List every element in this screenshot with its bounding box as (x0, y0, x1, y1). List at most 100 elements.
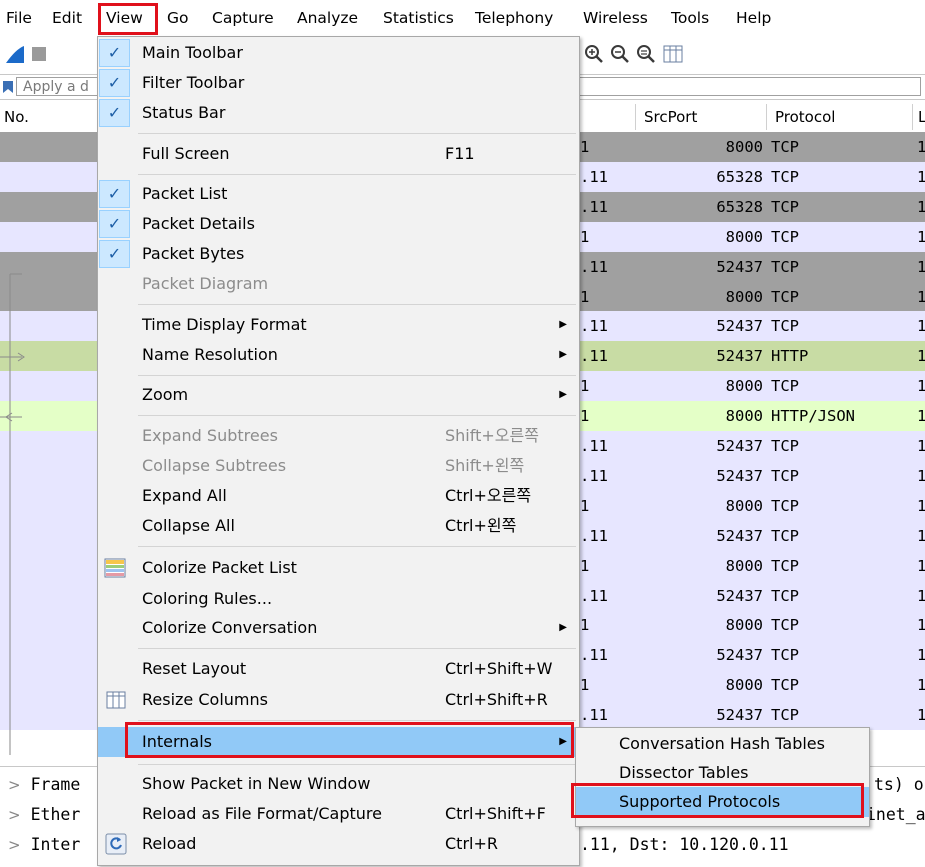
menu-item-reload[interactable]: Reload Ctrl+R (98, 829, 579, 859)
shark-fin-start-icon[interactable] (4, 43, 26, 65)
menu-item-reload-as-format[interactable]: Reload as File Format/Capture Ctrl+Shift… (98, 799, 579, 829)
menu-separator (138, 304, 576, 305)
cell-length-tail: 1 (917, 706, 925, 725)
cell-protocol: TCP (771, 646, 799, 665)
menu-analyze[interactable]: Analyze (297, 6, 358, 30)
cell-src-tail: 1 (580, 407, 590, 426)
menu-item-zoom[interactable]: Zoom ▶ (98, 380, 579, 410)
menu-item-reset-layout[interactable]: Reset Layout Ctrl+Shift+W (98, 654, 579, 684)
menu-item-label: Dissector Tables (619, 763, 749, 782)
zoom-out-icon[interactable] (610, 44, 630, 64)
menu-item-packet-diagram[interactable]: Packet Diagram (98, 269, 579, 299)
menu-item-label: Resize Columns (142, 690, 268, 709)
menu-item-packet-bytes[interactable]: ✓ Packet Bytes (98, 239, 579, 269)
detail-frame-row[interactable]: > Frame (8, 775, 80, 794)
menu-separator (138, 174, 576, 175)
menu-view[interactable]: View (106, 6, 143, 30)
cell-length-tail: 1 (917, 556, 925, 575)
expand-arrow-icon[interactable]: > (8, 836, 21, 854)
column-header-srcport[interactable]: SrcPort (644, 108, 697, 126)
column-separator[interactable] (912, 104, 913, 130)
cell-srcport: 8000 (725, 616, 763, 635)
submenu-item-supported-protocols[interactable]: Supported Protocols (576, 787, 869, 817)
menu-help[interactable]: Help (736, 6, 771, 30)
menu-item-status-bar[interactable]: ✓ Status Bar (98, 98, 579, 128)
menu-item-packet-list[interactable]: ✓ Packet List (98, 179, 579, 209)
cell-srcport: 65328 (716, 197, 763, 216)
stop-capture-icon[interactable] (30, 45, 48, 63)
menu-item-collapse-subtrees[interactable]: Collapse Subtrees Shift+왼쪽 (98, 451, 579, 481)
zoom-in-icon[interactable] (584, 44, 604, 64)
related-packet-connector-icon (0, 273, 25, 755)
menu-item-expand-subtrees[interactable]: Expand Subtrees Shift+오른쪽 (98, 421, 579, 451)
cell-protocol: TCP (771, 227, 799, 246)
menu-telephony[interactable]: Telephony (475, 6, 553, 30)
cell-srcport: 8000 (725, 556, 763, 575)
menu-item-label: Supported Protocols (619, 792, 781, 811)
cell-srcport: 52437 (716, 526, 763, 545)
menu-item-packet-details[interactable]: ✓ Packet Details (98, 209, 579, 239)
cell-src-tail: .11 (580, 526, 608, 545)
submenu-arrow-icon: ▶ (559, 736, 567, 747)
menu-item-colorize-conversation[interactable]: Colorize Conversation ▶ (98, 613, 579, 643)
column-header-length[interactable]: L (918, 108, 925, 126)
menu-separator (138, 133, 576, 134)
menu-item-name-resolution[interactable]: Name Resolution ▶ (98, 340, 579, 370)
expand-arrow-icon[interactable]: > (8, 806, 21, 824)
detail-ethernet-row[interactable]: > Ether (8, 805, 80, 824)
menu-item-coloring-rules[interactable]: Coloring Rules... (98, 584, 579, 614)
detail-ip-row[interactable]: > Inter (8, 835, 80, 854)
menu-edit[interactable]: Edit (52, 6, 82, 30)
submenu-arrow-icon: ▶ (559, 389, 567, 400)
menu-go[interactable]: Go (167, 6, 189, 30)
menu-item-expand-all[interactable]: Expand All Ctrl+오른쪽 (98, 481, 579, 511)
menu-statistics[interactable]: Statistics (383, 6, 454, 30)
cell-src-tail: 1 (580, 556, 590, 575)
menu-item-collapse-all[interactable]: Collapse All Ctrl+왼쪽 (98, 511, 579, 541)
column-header-no[interactable]: No. (4, 108, 29, 126)
detail-ip-label: Inter (30, 835, 81, 854)
menu-item-shortcut: Ctrl+R (445, 834, 498, 853)
column-header-protocol[interactable]: Protocol (775, 108, 835, 126)
menu-item-show-packet-new-window[interactable]: Show Packet in New Window (98, 769, 579, 799)
cell-srcport: 52437 (716, 586, 763, 605)
bookmark-icon[interactable] (2, 80, 14, 94)
menu-item-shortcut: F11 (445, 144, 475, 163)
cell-length-tail: 1 (917, 347, 925, 366)
cell-srcport: 65328 (716, 167, 763, 186)
menu-tools[interactable]: Tools (671, 6, 709, 30)
column-separator[interactable] (635, 104, 636, 130)
cell-length-tail: 1 (917, 616, 925, 635)
cell-srcport: 8000 (725, 227, 763, 246)
menu-item-full-screen[interactable]: Full Screen F11 (98, 139, 579, 169)
expand-arrow-icon[interactable]: > (8, 776, 21, 794)
submenu-arrow-icon: ▶ (559, 622, 567, 633)
cell-protocol: TCP (771, 167, 799, 186)
menu-item-label: Filter Toolbar (142, 73, 245, 92)
cell-srcport: 8000 (725, 676, 763, 695)
resize-columns-icon[interactable] (662, 43, 684, 65)
menu-item-colorize-packet-list[interactable]: Colorize Packet List (98, 553, 579, 583)
zoom-reset-icon[interactable] (636, 44, 656, 64)
menu-file[interactable]: File (6, 6, 32, 30)
cell-srcport: 8000 (725, 407, 763, 426)
cell-srcport: 8000 (725, 138, 763, 156)
cell-length-tail: 1 (917, 227, 925, 246)
menu-wireless[interactable]: Wireless (583, 6, 648, 30)
menu-bar: File Edit View Go Capture Analyze Statis… (0, 0, 925, 36)
menu-item-label: Show Packet in New Window (142, 774, 371, 793)
column-separator[interactable] (766, 104, 767, 130)
submenu-item-dissector-tables[interactable]: Dissector Tables (576, 758, 869, 788)
checkmark-icon: ✓ (99, 240, 130, 268)
cell-protocol: TCP (771, 287, 799, 306)
submenu-item-conversation-hash-tables[interactable]: Conversation Hash Tables (576, 729, 869, 759)
menu-item-label: Packet Diagram (142, 274, 269, 293)
menu-item-time-display-format[interactable]: Time Display Format ▶ (98, 310, 579, 340)
menu-item-resize-columns[interactable]: Resize Columns Ctrl+Shift+R (98, 685, 579, 715)
menu-item-filter-toolbar[interactable]: ✓ Filter Toolbar (98, 68, 579, 98)
menu-item-main-toolbar[interactable]: ✓ Main Toolbar (98, 38, 579, 68)
menu-item-internals[interactable]: Internals ▶ (98, 727, 579, 757)
menu-capture[interactable]: Capture (212, 6, 274, 30)
cell-srcport: 8000 (725, 377, 763, 396)
menu-item-label: Reload (142, 834, 197, 853)
